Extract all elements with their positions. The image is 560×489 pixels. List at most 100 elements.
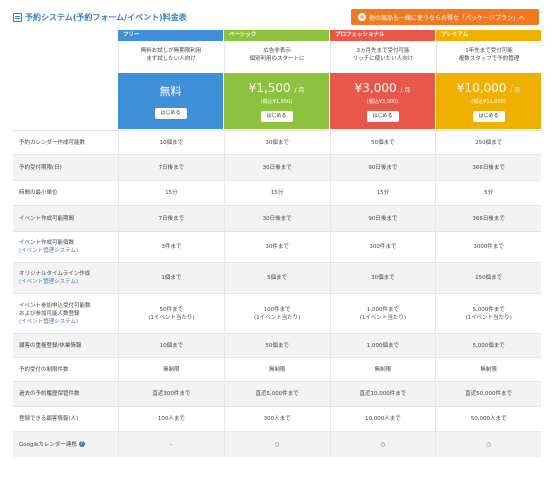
row-label: イベント作成可能期間: [13, 206, 118, 231]
plan-desc-line: 3ヵ月先まで受付可能: [356, 48, 410, 54]
table-cell: 90日後まで: [329, 155, 436, 180]
cell-value: 3000件まで: [473, 244, 504, 250]
row-label-text: および参加可能人数登録: [19, 310, 80, 317]
plan-price-box: 無料 はじめる: [118, 73, 223, 129]
cell-value: 直近50,000件まで: [465, 391, 512, 397]
cell-value: 5,000件まで: [472, 306, 505, 313]
cell-value: 250個まで: [475, 139, 503, 146]
cell-value: 366日後まで: [472, 215, 505, 222]
plan-name: フリー: [118, 30, 223, 41]
cell-value: 90日後まで: [368, 215, 398, 222]
cell-value: 10個まで: [159, 139, 184, 146]
table-cell: 直近5,000件まで: [223, 382, 330, 406]
cell-value: 10,000人まで: [365, 416, 401, 422]
table-cell: 7日後まで: [118, 155, 224, 180]
event-system-link[interactable]: (イベント管理システム): [19, 247, 118, 255]
start-button[interactable]: はじめる: [366, 111, 399, 122]
plan-price: 無料: [159, 85, 182, 98]
cell-value: 30個まで: [265, 139, 289, 146]
table-row: イベント参加申込受付可能数 および参加可能人数登録 (イベント管理システム) 50件ま…: [13, 293, 541, 333]
cell-value: 7日後まで: [158, 164, 185, 171]
start-button[interactable]: はじめる: [472, 111, 505, 122]
plan-description: 広告非表示 個別利用のスタートに: [224, 41, 329, 73]
table-cell: 5,000件まで (1イベント当たり): [435, 294, 541, 333]
table-cell: 300人まで: [223, 407, 330, 431]
table-cell: 30日後まで: [223, 155, 330, 180]
cell-value: ○: [274, 441, 280, 448]
cell-value: 50個まで: [371, 139, 395, 146]
table-cell: 5分: [435, 181, 541, 205]
table-cell: 直近50,000件まで: [435, 382, 541, 406]
row-label-line: Googleカレンダー連携 ?: [19, 441, 118, 449]
plan-price-box: ¥3,000 / 月 (税込¥3,300) はじめる: [330, 73, 435, 129]
table-cell: 100人まで: [118, 407, 224, 431]
table-cell: 50個まで: [329, 131, 436, 154]
table-row: Googleカレンダー連携 ? - ○ ○ ○: [13, 431, 541, 457]
plus-circle-icon: +: [358, 13, 366, 21]
cell-value: 無制限: [480, 366, 497, 373]
plan-free: フリー 無料お試しが無期限利用 まず試したい人向け 無料 はじめる: [118, 30, 223, 129]
cell-value: 5分: [484, 190, 494, 196]
plan-professional: プロフェッショナル 3ヵ月先まで受付可能 リッチに使いたい人向け ¥3,000 …: [330, 30, 435, 129]
plan-basic: ベーシック 広告非表示 個別利用のスタートに ¥1,500 / 月 (税込¥1,…: [224, 30, 329, 129]
table-cell: 90日後まで: [329, 206, 436, 231]
row-label-text: 予約受付期限(日): [19, 164, 62, 171]
table-row: 予約カレンダー作成可能数 10個まで 30個まで 50個まで 250個まで: [13, 130, 541, 154]
price-amount: ¥3,000: [354, 81, 397, 95]
cell-value: 直近300件まで: [152, 391, 191, 397]
help-icon[interactable]: ?: [78, 441, 85, 447]
start-button[interactable]: はじめる: [260, 111, 293, 122]
table-cell: 150個まで: [435, 263, 541, 293]
table-cell: 7日後まで: [118, 206, 224, 231]
row-label-text: 登録できる顧客情報(人): [19, 416, 79, 422]
plan-name: プレミアム: [436, 30, 541, 41]
event-system-link[interactable]: (イベント管理システム): [19, 278, 118, 286]
cell-value: 30日後まで: [262, 215, 292, 222]
cell-value: 7日後まで: [158, 215, 185, 222]
plan-description: 3ヵ月先まで受付可能 リッチに使いたい人向け: [330, 41, 435, 73]
table-cell: 366日後まで: [435, 155, 541, 180]
plan-desc-line: 無料お試しが無期限利用: [140, 48, 202, 54]
cell-value: 150個まで: [475, 275, 503, 281]
plan-desc-line: 個別利用のスタートに: [249, 56, 305, 62]
table-row: 登録できる顧客情報(人) 100人まで 300人まで 10,000人まで 50,000人…: [13, 406, 541, 431]
package-plan-button[interactable]: + 他の商品も一緒に使うならお得な「パッケージプラン」へ: [351, 9, 539, 25]
table-cell: 10個まで: [118, 334, 224, 357]
table-row: 顧客の重複登録/休業情報 10個まで 50個まで 1,000個まで 5,000個まで: [13, 333, 541, 357]
cell-value: 15分: [165, 190, 178, 196]
event-system-link[interactable]: (イベント管理システム): [19, 318, 118, 326]
table-row: オリジナルタイムライン作成 (イベント管理システム) 1個まで 5個まで 30個まで 15…: [13, 262, 541, 293]
table-cell: 50件まで (1イベント当たり): [118, 294, 224, 333]
cell-value: 無制限: [268, 366, 286, 373]
cell-value: (1イベント当たり): [465, 314, 512, 321]
plan-price: ¥10,000 / 月: [457, 81, 520, 98]
table-cell: 1,000件まで (1イベント当たり): [329, 294, 436, 333]
table-cell: 15分: [329, 181, 436, 205]
cell-value: (1イベント当たり): [359, 314, 407, 321]
table-cell: 100件まで (1イベント当たり): [223, 294, 330, 333]
cell-value: 100件まで: [263, 306, 291, 313]
start-button[interactable]: はじめる: [154, 108, 187, 119]
cell-value: 10個まで: [159, 342, 184, 349]
row-label-text: 予約受付の制限件数: [19, 366, 69, 373]
cell-value: (1イベント当たり): [253, 314, 301, 321]
table-cell: 10,000人まで: [329, 407, 436, 431]
row-label-text: 予約カレンダー作成可能数: [19, 139, 86, 146]
cell-value: 3件まで: [161, 244, 182, 250]
plan-price-box: ¥1,500 / 月 (税込¥1,650) はじめる: [224, 73, 329, 129]
row-label-text: イベント作成可能期間: [19, 215, 75, 222]
table-cell: 5,000個まで: [435, 334, 541, 357]
table-cell: 無制限: [435, 358, 541, 381]
table-cell: ○: [223, 432, 330, 457]
plan-desc-line: 複数スタッフで予約管理: [458, 56, 520, 62]
plan-price-box: ¥10,000 / 月 (税込¥11,000) はじめる: [436, 73, 541, 129]
table-cell: -: [118, 432, 224, 457]
cell-value: 15分: [376, 190, 390, 196]
table-cell: 366日後まで: [435, 206, 541, 231]
plan-description: 1年先まで受付可能 複数スタッフで予約管理: [436, 41, 541, 73]
row-label: オリジナルタイムライン作成 (イベント管理システム): [13, 263, 118, 293]
row-label-text: イベント作成可能個数: [19, 240, 75, 246]
row-label: 登録できる顧客情報(人): [13, 407, 118, 431]
table-cell: 250個まで: [435, 131, 541, 154]
cell-value: 5,000個まで: [472, 342, 505, 349]
